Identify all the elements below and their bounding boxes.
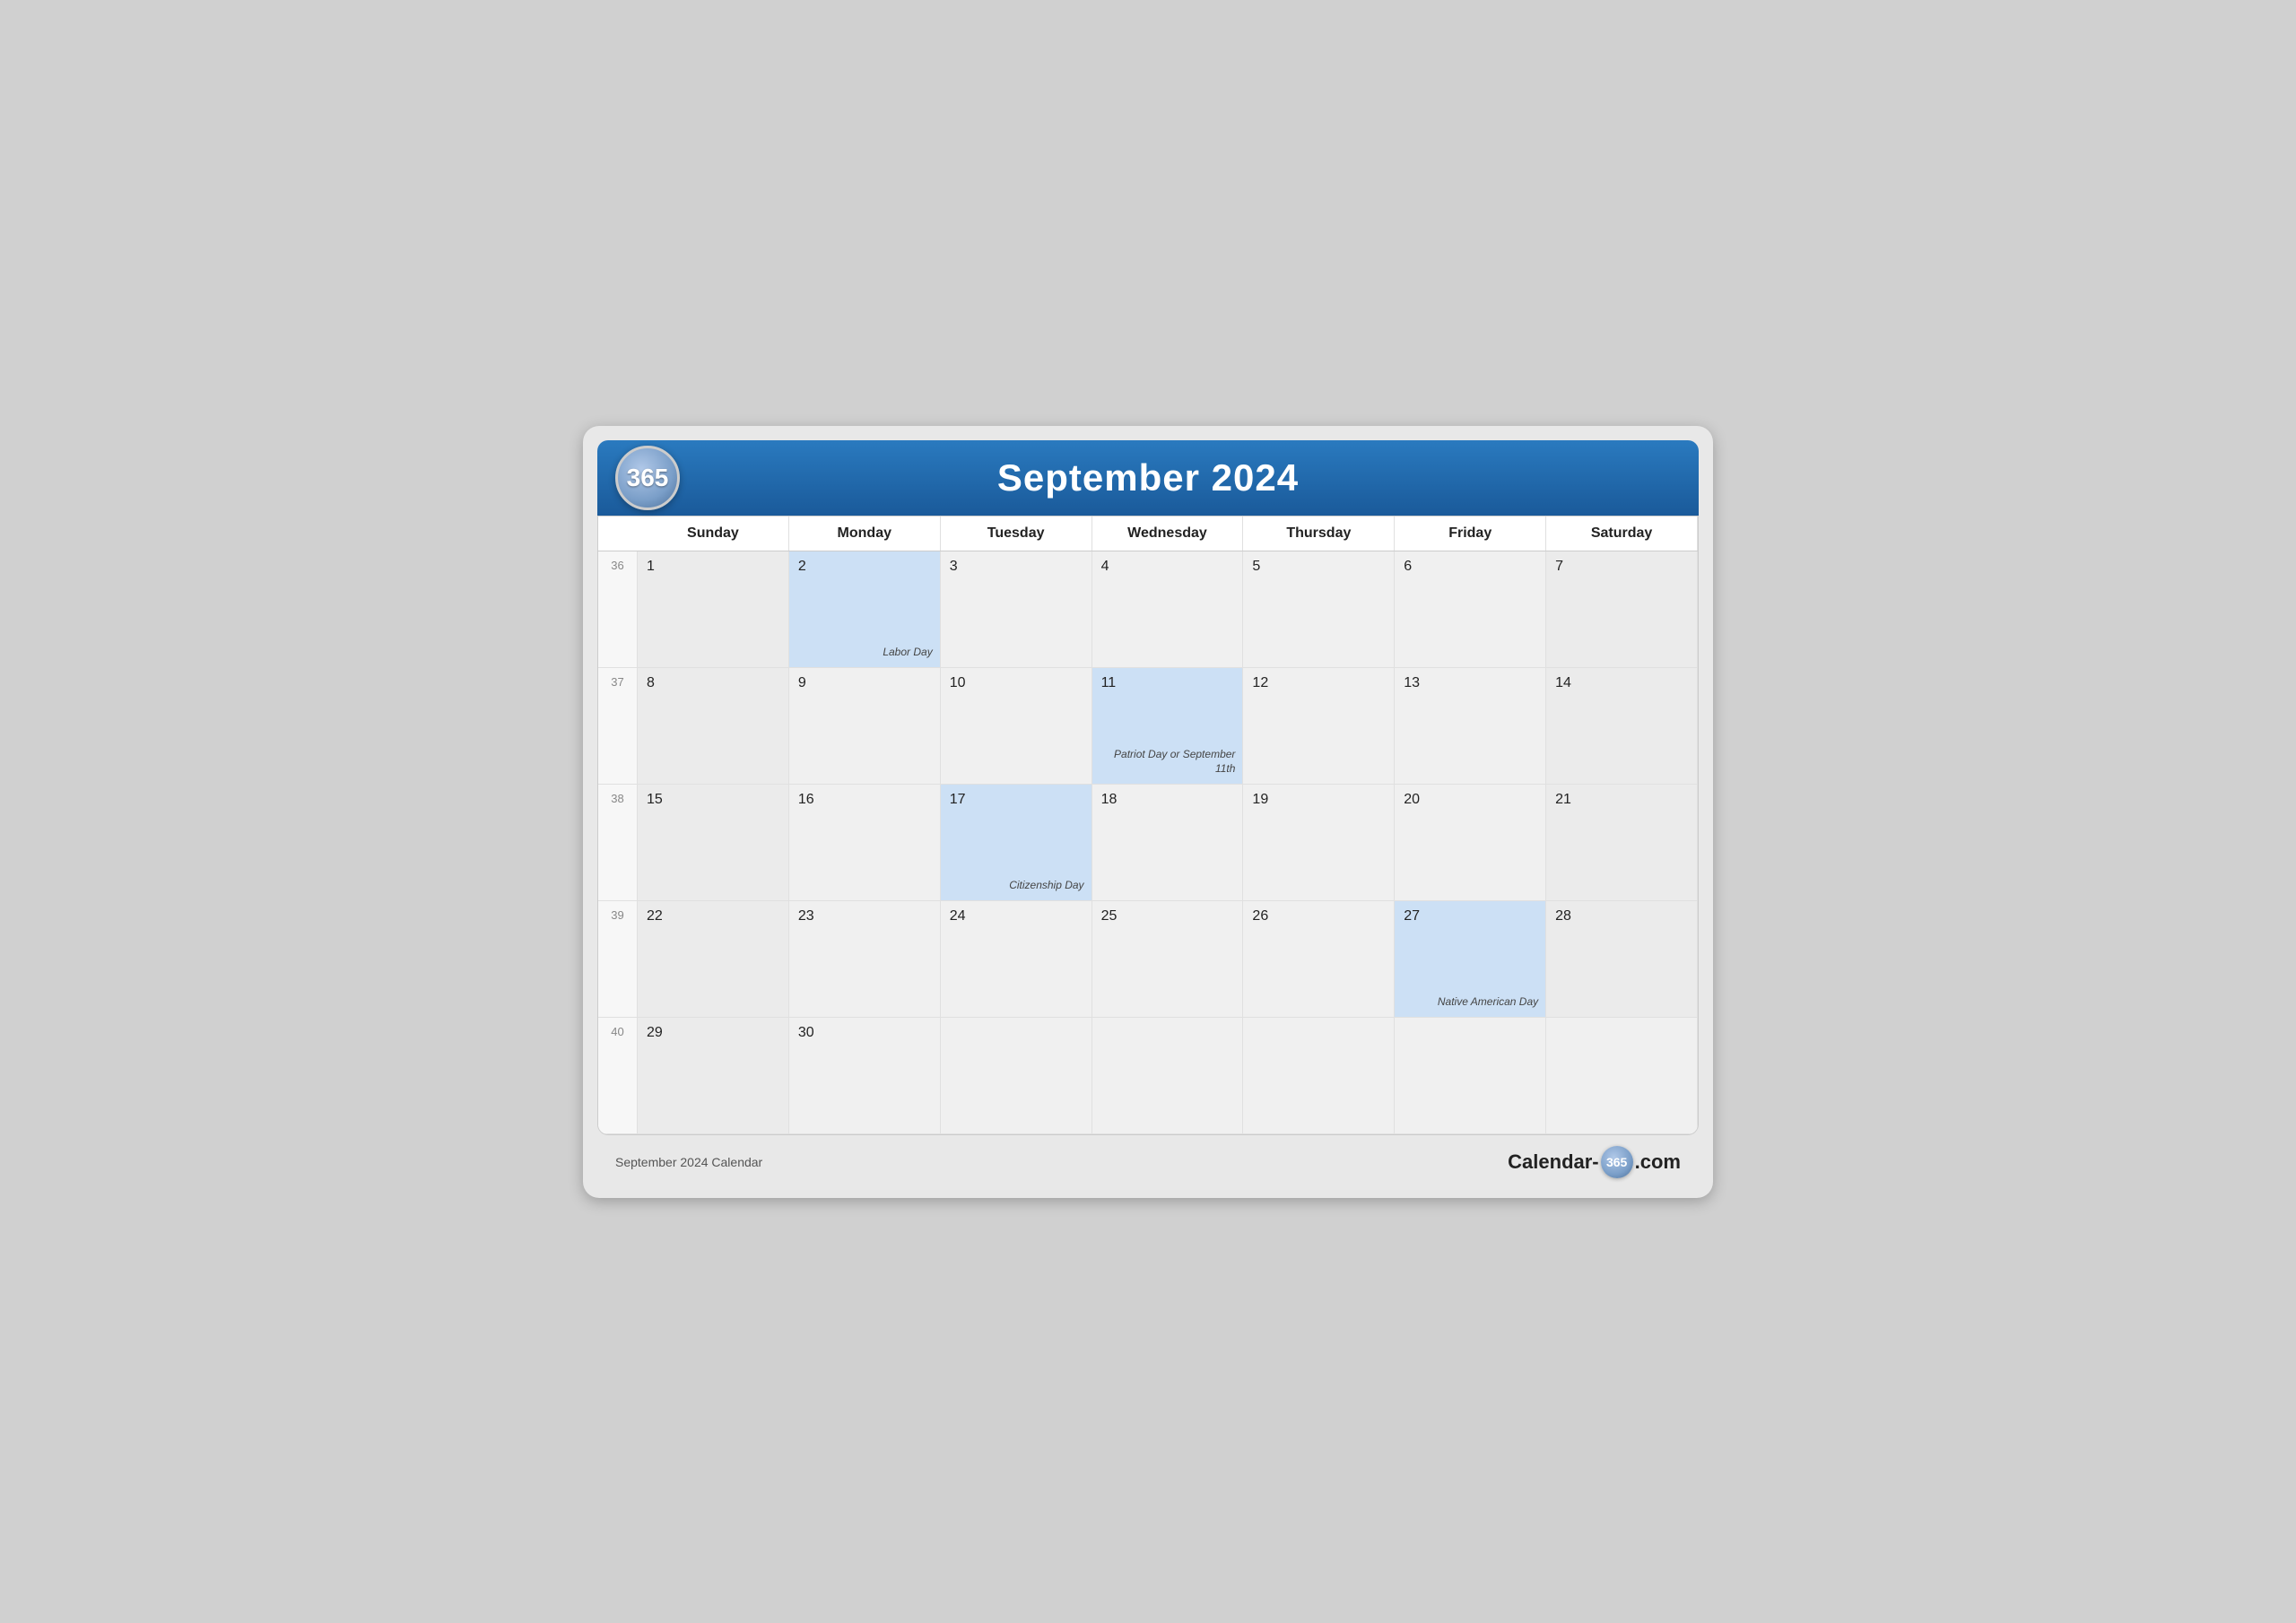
day-number: 13 [1404,675,1536,691]
week-number-40: 40 [598,1018,638,1134]
day-cell-21: 21 [1546,785,1698,901]
day-cell-empty [941,1018,1092,1134]
day-cell-22: 22 [638,901,789,1018]
day-number: 10 [950,675,1083,691]
holiday-label: Native American Day [1438,995,1538,1010]
dow-thursday: Thursday [1243,516,1395,551]
holiday-label: Labor Day [883,646,932,660]
dow-sunday: Sunday [638,516,789,551]
day-number: 16 [798,792,931,808]
day-number: 18 [1101,792,1234,808]
day-number: 19 [1252,792,1385,808]
week-number-37: 37 [598,668,638,785]
day-cell-10: 10 [941,668,1092,785]
day-number: 26 [1252,908,1385,924]
day-cell-3: 3 [941,551,1092,668]
day-number: 12 [1252,675,1385,691]
day-cell-2: 2 Labor Day [789,551,941,668]
logo-badge: 365 [615,446,680,510]
day-cell-8: 8 [638,668,789,785]
calendar-grid: 3612Labor Day3456737891011Patriot Day or… [598,551,1698,1134]
calendar-page: 365 September 2024 Sunday Monday Tuesday… [583,426,1713,1198]
day-number: 5 [1252,559,1385,575]
day-number: 15 [647,792,779,808]
dow-friday: Friday [1395,516,1546,551]
day-number: 4 [1101,559,1234,575]
dow-header-row: Sunday Monday Tuesday Wednesday Thursday… [598,516,1698,551]
day-cell-26: 26 [1243,901,1395,1018]
dow-wednesday: Wednesday [1092,516,1244,551]
week-num-header [598,516,638,551]
day-cell-17: 17 Citizenship Day [941,785,1092,901]
day-number: 24 [950,908,1083,924]
day-number: 3 [950,559,1083,575]
dow-saturday: Saturday [1546,516,1698,551]
day-number: 30 [798,1025,931,1041]
day-cell-27: 27 Native American Day [1395,901,1546,1018]
day-cell-28: 28 [1546,901,1698,1018]
day-number: 23 [798,908,931,924]
brand-text-pre: Calendar- [1508,1150,1598,1174]
brand-text-post: .com [1635,1150,1681,1174]
day-number: 28 [1555,908,1688,924]
calendar-title: September 2024 [997,456,1299,499]
day-cell-empty [1546,1018,1698,1134]
day-cell-9: 9 [789,668,941,785]
day-number: 20 [1404,792,1536,808]
day-number: 27 [1404,908,1536,924]
day-cell-empty [1243,1018,1395,1134]
day-cell-29: 29 [638,1018,789,1134]
day-number: 1 [647,559,779,575]
week-number-38: 38 [598,785,638,901]
day-cell-24: 24 [941,901,1092,1018]
day-number: 22 [647,908,779,924]
holiday-label: Patriot Day or September 11th [1092,748,1236,776]
footer-brand: Calendar- 365 .com [1508,1146,1681,1178]
holiday-label: Citizenship Day [1009,879,1083,893]
day-number: 25 [1101,908,1234,924]
day-cell-6: 6 [1395,551,1546,668]
day-cell-14: 14 [1546,668,1698,785]
calendar-container: Sunday Monday Tuesday Wednesday Thursday… [597,516,1699,1135]
day-number: 11 [1101,675,1234,691]
day-cell-20: 20 [1395,785,1546,901]
day-number: 8 [647,675,779,691]
day-cell-empty [1395,1018,1546,1134]
day-number: 7 [1555,559,1688,575]
day-number: 2 [798,559,931,575]
day-number: 21 [1555,792,1688,808]
day-cell-12: 12 [1243,668,1395,785]
day-number: 9 [798,675,931,691]
day-cell-5: 5 [1243,551,1395,668]
day-cell-15: 15 [638,785,789,901]
day-cell-30: 30 [789,1018,941,1134]
day-cell-7: 7 [1546,551,1698,668]
day-number: 29 [647,1025,779,1041]
day-cell-4: 4 [1092,551,1244,668]
day-cell-13: 13 [1395,668,1546,785]
day-cell-empty [1092,1018,1244,1134]
day-cell-1: 1 [638,551,789,668]
day-cell-18: 18 [1092,785,1244,901]
day-cell-25: 25 [1092,901,1244,1018]
footer-caption: September 2024 Calendar [615,1155,762,1169]
day-cell-11: 11 Patriot Day or September 11th [1092,668,1244,785]
week-number-39: 39 [598,901,638,1018]
calendar-header: 365 September 2024 [597,440,1699,516]
day-cell-23: 23 [789,901,941,1018]
day-number: 6 [1404,559,1536,575]
dow-tuesday: Tuesday [941,516,1092,551]
day-number: 14 [1555,675,1688,691]
day-number: 17 [950,792,1083,808]
week-number-36: 36 [598,551,638,668]
dow-monday: Monday [789,516,941,551]
day-cell-19: 19 [1243,785,1395,901]
calendar-footer: September 2024 Calendar Calendar- 365 .c… [597,1135,1699,1184]
day-cell-16: 16 [789,785,941,901]
brand-365-badge: 365 [1601,1146,1633,1178]
